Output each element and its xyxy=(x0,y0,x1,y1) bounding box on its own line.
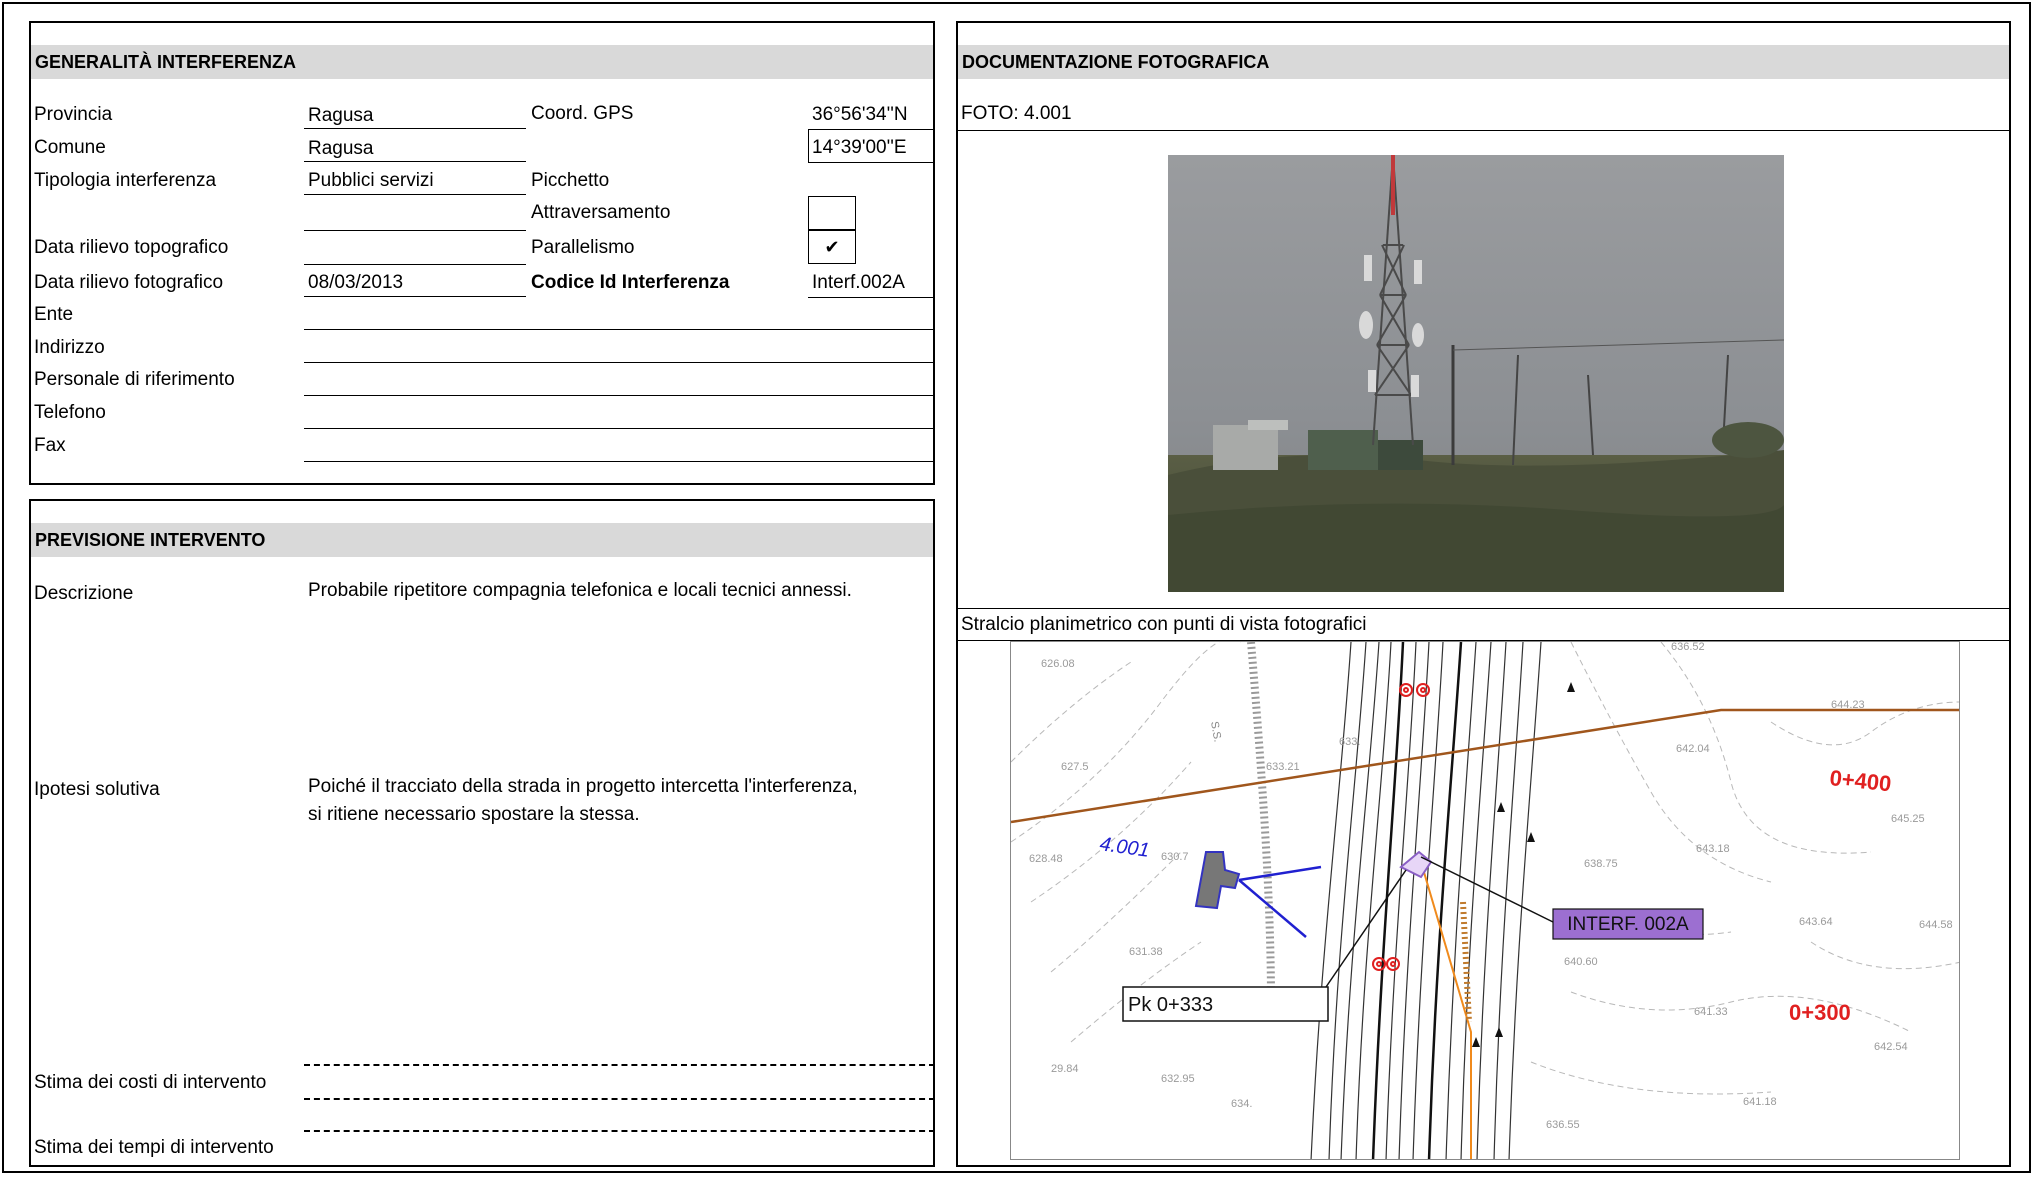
label-ente: Ente xyxy=(34,304,74,325)
photo-image xyxy=(1168,155,1784,592)
underline-ente xyxy=(304,329,935,330)
foto-label: FOTO: 4.001 xyxy=(961,103,1072,124)
stralcio-label: Stralcio planimetrico con punti di vista… xyxy=(961,614,1367,635)
map-drawing: S.S. INTERF. 002A Pk 0+333 4.001 0+400 0… xyxy=(1011,642,1959,1159)
elev-22: 636.52 xyxy=(1671,642,1705,653)
underline-telefono xyxy=(304,428,935,429)
elev-4: 628.48 xyxy=(1029,853,1063,865)
value-gps-lat: 36°56'34''N xyxy=(812,104,908,125)
elev-13: 641.33 xyxy=(1694,1006,1728,1018)
underline-personale xyxy=(304,395,935,396)
elev-12: 640.60 xyxy=(1564,956,1598,968)
elev-7: 642.04 xyxy=(1676,743,1710,755)
elev-15: 644.58 xyxy=(1919,919,1953,931)
elev-10: 645.25 xyxy=(1891,813,1925,825)
label-telefono: Telefono xyxy=(34,402,106,423)
label-codice-id: Codice Id Interferenza xyxy=(531,272,730,293)
checkbox-attraversamento[interactable] xyxy=(808,196,856,230)
label-coord-gps: Coord. GPS xyxy=(531,103,634,124)
label-fax: Fax xyxy=(34,435,66,456)
underline-gps-lon xyxy=(808,162,935,163)
value-tipologia: Pubblici servizi xyxy=(308,170,434,191)
dashed-line-3 xyxy=(304,1130,935,1132)
value-codice-id: Interf.002A xyxy=(812,272,905,293)
label-comune: Comune xyxy=(34,137,106,158)
label-provincia: Provincia xyxy=(34,104,113,125)
value-comune: Ragusa xyxy=(308,138,374,159)
site-photo xyxy=(1168,155,1784,592)
elev-19: 29.84 xyxy=(1051,1063,1079,1075)
underline-blank xyxy=(304,230,526,231)
underline-comune xyxy=(304,161,526,162)
underline-provincia xyxy=(304,128,526,129)
elev-5: 630.7 xyxy=(1161,851,1189,863)
underline-codice xyxy=(808,297,935,298)
value-ipotesi-line2: si ritiene necessario spostare la stessa… xyxy=(308,804,640,825)
elev-11: 643.64 xyxy=(1799,916,1833,928)
stralcio-separator-top xyxy=(956,608,2011,609)
value-gps-lon: 14°39'00''E xyxy=(812,137,907,158)
underline-tipologia xyxy=(304,194,526,195)
underline-data-foto xyxy=(304,296,526,297)
elev-6: 631.38 xyxy=(1129,946,1163,958)
checkbox-parallelismo[interactable]: ✔ xyxy=(808,230,856,264)
elev-17: 636.55 xyxy=(1546,1119,1580,1131)
interf-label: INTERF. 002A xyxy=(1567,914,1689,935)
label-data-topo: Data rilievo topografico xyxy=(34,237,229,258)
value-ipotesi-line1: Poiché il tracciato della strada in prog… xyxy=(308,776,858,797)
previsione-header: PREVISIONE INTERVENTO xyxy=(31,523,933,557)
km-300-label: 0+300 xyxy=(1789,1000,1851,1025)
pk-label: Pk 0+333 xyxy=(1128,994,1213,1016)
underline-data-topo xyxy=(304,264,526,265)
elev-1: 626.08 xyxy=(1041,658,1075,670)
label-attraversamento: Attraversamento xyxy=(531,202,671,223)
elev-20: 634. xyxy=(1231,1098,1252,1110)
label-parallelismo: Parallelismo xyxy=(531,237,635,258)
gps-box-left xyxy=(808,129,809,162)
elev-9: 638.75 xyxy=(1584,858,1618,870)
value-provincia: Ragusa xyxy=(308,105,374,126)
generalita-header: GENERALITÀ INTERFERENZA xyxy=(31,45,933,79)
label-stima-costi: Stima dei costi di intervento xyxy=(34,1072,267,1093)
elev-21: 633.21 xyxy=(1266,761,1300,773)
elev-8: 643.18 xyxy=(1696,843,1730,855)
label-stima-tempi: Stima dei tempi di intervento xyxy=(34,1137,274,1158)
label-tipologia: Tipologia interferenza xyxy=(34,170,217,191)
label-picchetto: Picchetto xyxy=(531,170,610,191)
dashed-line-1 xyxy=(304,1064,935,1066)
label-descrizione: Descrizione xyxy=(34,583,134,604)
elev-16: 641.18 xyxy=(1743,1096,1777,1108)
documentazione-header: DOCUMENTAZIONE FOTOGRAFICA xyxy=(958,45,2009,79)
elev-23: 644.23 xyxy=(1831,699,1865,711)
underline-indirizzo xyxy=(304,362,935,363)
elev-18: 632.95 xyxy=(1161,1073,1195,1085)
dashed-line-2 xyxy=(304,1098,935,1100)
label-indirizzo: Indirizzo xyxy=(34,337,105,358)
value-data-foto: 08/03/2013 xyxy=(308,272,404,293)
label-ipotesi: Ipotesi solutiva xyxy=(34,779,160,800)
label-data-foto: Data rilievo fotografico xyxy=(34,272,224,293)
foto-separator xyxy=(956,130,2011,131)
underline-gps-lat xyxy=(808,129,935,130)
elev-2: 627.5 xyxy=(1061,761,1089,773)
elev-3: 633. xyxy=(1339,736,1360,748)
planimetric-map: S.S. INTERF. 002A Pk 0+333 4.001 0+400 0… xyxy=(1010,641,1960,1160)
label-personale: Personale di riferimento xyxy=(34,369,235,390)
underline-fax xyxy=(304,461,935,462)
value-descrizione: Probabile ripetitore compagnia telefonic… xyxy=(308,580,852,601)
elev-14: 642.54 xyxy=(1874,1041,1908,1053)
